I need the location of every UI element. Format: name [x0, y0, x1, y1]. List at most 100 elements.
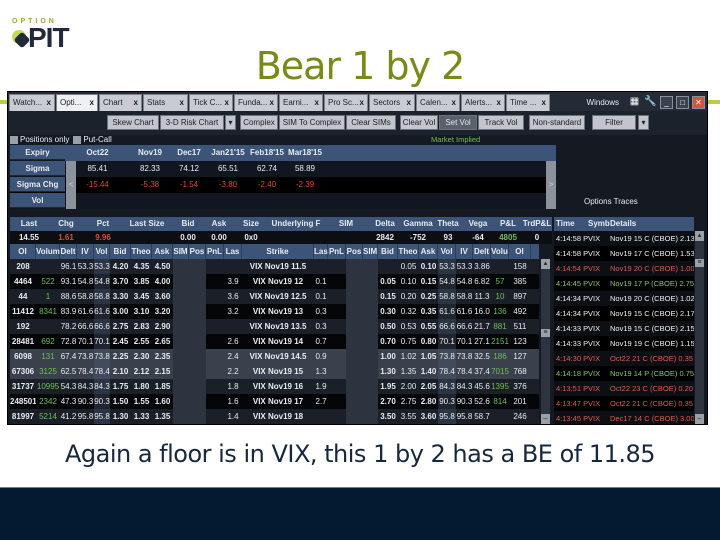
non-standard-button[interactable]: Non-standard	[529, 115, 585, 130]
close-icon[interactable]: x	[407, 95, 411, 111]
scroll-thumb[interactable]: ≡	[695, 259, 704, 267]
clear-vol-button[interactable]: Clear Vol	[400, 115, 438, 130]
col-sim[interactable]: SIM	[324, 217, 368, 231]
chain-row[interactable]: 192 78.2 66.6 66.6 2.75 2.83 2.90 VIX Nov19 13.…	[10, 319, 539, 334]
calculator-icon[interactable]: ▦	[628, 96, 641, 109]
trade-row[interactable]: 4:14:18 PVIX Nov19 14 P (CBOE) 0.75 1x	[554, 366, 694, 381]
chain-col-p-ask[interactable]: Ask	[419, 244, 438, 259]
col-pnl[interactable]: P&L	[494, 217, 522, 231]
expiry-scroll-right[interactable]: >	[546, 161, 556, 209]
trade-row[interactable]: 4:14:30 PVIX Oct22 21 C (CBOE) 0.35 500	[554, 351, 694, 366]
scroll-up-icon[interactable]: ▴	[695, 231, 704, 241]
expiry-jan21-15[interactable]: Jan21'15	[208, 145, 248, 161]
chain-col-p-theo[interactable]: Theo	[398, 244, 419, 259]
chain-scrollbar[interactable]: ▴ ≡ –	[541, 259, 550, 424]
scroll-up-icon[interactable]: ▴	[541, 259, 550, 269]
chain-col-c-pnl[interactable]: PnL	[206, 244, 224, 259]
sim-to-complex-button[interactable]: SIM To Complex	[279, 115, 345, 130]
risk-chart-dropdown[interactable]: ▾	[225, 115, 236, 130]
trade-row[interactable]: 4:14:45 PVIX Nov19 17 P (CBOE) 2.75 10x	[554, 276, 694, 291]
col-time[interactable]: Time	[556, 217, 586, 231]
chain-row[interactable]: 208 96.1 53.3 53.3 4.20 4.35 4.50 VIX Nov19 11.…	[10, 259, 539, 274]
col-underlying-f[interactable]: Underlying F	[268, 217, 324, 231]
chain-col-p-v[interactable]: Vol	[438, 244, 456, 259]
risk-chart-button[interactable]: 3-D Risk Chart	[160, 115, 224, 130]
col-last[interactable]: Last	[10, 217, 48, 231]
trade-row[interactable]: 4:13:47 PVIX Oct22 21 C (CBOE) 0.35 500	[554, 396, 694, 411]
tab-watch[interactable]: Watch... x	[9, 94, 55, 111]
chain-col-p-delt[interactable]: Delt	[473, 244, 491, 259]
filter-dropdown[interactable]: ▾	[638, 115, 649, 130]
chain-col-c-vol[interactable]: Volum	[36, 244, 60, 259]
col-trd-pnl[interactable]: TrdP&L	[522, 217, 552, 231]
close-icon[interactable]: x	[452, 95, 456, 111]
complex-button[interactable]: Complex	[240, 115, 278, 130]
chain-col-c-iv[interactable]: IV	[77, 244, 94, 259]
trade-row[interactable]: 4:14:34 PVIX Nov19 20 C (CBOE) 1.02 2x	[554, 291, 694, 306]
col-vega[interactable]: Vega	[462, 217, 494, 231]
positions-only-checkbox[interactable]: Positions only	[10, 135, 69, 144]
tab-stats[interactable]: Stats x	[143, 94, 188, 111]
expiry-oct22[interactable]: Oct22	[65, 145, 130, 161]
col-bid[interactable]: Bid	[172, 217, 204, 231]
tab-alerts[interactable]: Alerts... x	[461, 94, 505, 111]
col-symb[interactable]: Symb	[588, 217, 610, 231]
expiry-dec17[interactable]: Dec17	[170, 145, 208, 161]
expiry-scroll-left[interactable]: <	[66, 161, 76, 209]
col-delta[interactable]: Delta	[368, 217, 402, 231]
tab-time-sales[interactable]: Time ... x	[506, 94, 550, 111]
chain-col-strike[interactable]: Strike	[242, 244, 314, 259]
chain-col-c-theo[interactable]: Theo	[131, 244, 152, 259]
track-vol-button[interactable]: Track Vol	[478, 115, 524, 130]
col-chg[interactable]: Chg	[48, 217, 84, 231]
trade-row[interactable]: 4:14:58 PVIX Nov19 17 C (CBOE) 1.53 1x	[554, 246, 694, 261]
filter-button[interactable]: Filter	[592, 115, 636, 130]
chain-row[interactable]: 6098 131 67.4 73.8 73.8 2.25 2.30 2.35 2.4 VIX No…	[10, 349, 539, 364]
chain-row[interactable]: 67306 3125 62.5 78.4 78.4 2.10 2.12 2.15 2.2 VIX …	[10, 364, 539, 379]
tab-earnings[interactable]: Earni... x	[279, 94, 323, 111]
chain-col-c-v[interactable]: Vol	[94, 244, 110, 259]
scroll-down-icon[interactable]: –	[541, 414, 550, 424]
tab-sectors[interactable]: Sectors x	[369, 94, 415, 111]
minimize-button[interactable]: _	[660, 95, 673, 109]
trade-row[interactable]: 4:14:34 PVIX Nov19 15 C (CBOE) 2.17 2x	[554, 306, 694, 321]
chain-col-p-iv[interactable]: IV	[456, 244, 473, 259]
maximize-button[interactable]: □	[676, 95, 689, 109]
chain-col-p-bid[interactable]: Bid	[378, 244, 398, 259]
tab-fundamentals[interactable]: Funda... x	[234, 94, 278, 111]
trade-row[interactable]: 4:14:54 PVIX Nov19 20 C (CBOE) 1.00 75x	[554, 261, 694, 276]
trade-row[interactable]: 4:14:33 PVIX Nov19 19 C (CBOE) 1.15 2x	[554, 336, 694, 351]
close-icon[interactable]: x	[315, 95, 319, 111]
scroll-thumb[interactable]: ≡	[541, 329, 550, 337]
close-icon[interactable]: x	[497, 95, 501, 111]
clear-sims-button[interactable]: Clear SIMs	[346, 115, 396, 130]
chain-row[interactable]: 11412 8341 83.9 61.6 61.6 3.00 3.10 3.20 3.2 VIX …	[10, 304, 539, 319]
scroll-down-icon[interactable]: –	[695, 414, 704, 424]
set-vol-button[interactable]: Set Vol	[439, 115, 477, 130]
chain-col-c-sim[interactable]: SIM	[173, 244, 189, 259]
col-gamma[interactable]: Gamma	[402, 217, 434, 231]
chain-col-c-oi[interactable]: OI	[10, 244, 36, 259]
trade-row[interactable]: 4:13:51 P VIX Oct22 23 C (CBOE) 0.20 6x	[554, 381, 694, 396]
windows-menu[interactable]: Windows	[587, 98, 619, 107]
close-icon[interactable]: x	[134, 95, 138, 111]
chain-row[interactable]: 44 1 88.6 58.8 58.8 3.30 3.45 3.60 3.6 VIX Nov19 …	[10, 289, 539, 304]
col-size[interactable]: Size	[234, 217, 268, 231]
tab-calendar[interactable]: Calen... x	[416, 94, 460, 111]
col-ask[interactable]: Ask	[204, 217, 234, 231]
wrench-icon[interactable]: 🔧	[644, 96, 657, 109]
chain-col-p-vol[interactable]: Volu	[491, 244, 509, 259]
col-last-size[interactable]: Last Size	[122, 217, 172, 231]
chain-col-c-pos[interactable]: Pos	[189, 244, 206, 259]
chain-row[interactable]: 248501 2342 47.3 90.3 90.3 1.50 1.55 1.60 1.6 VIX…	[10, 394, 539, 409]
trade-row[interactable]: 4:14:33 PVIX Nov19 15 C (CBOE) 2.15 2x	[554, 321, 694, 336]
chain-row[interactable]: 31737 10995 54.3 84.3 84.3 1.75 1.80 1.85 1.8 VIX…	[10, 379, 539, 394]
trade-row[interactable]: 4:13:45 PVIX Dec17 14 C (CBOE) 3.00 5x	[554, 411, 694, 424]
close-icon[interactable]: x	[270, 95, 274, 111]
chain-col-c-ask[interactable]: Ask	[152, 244, 173, 259]
tab-chart[interactable]: Chart x	[99, 94, 142, 111]
chain-col-p-pos[interactable]: Pos	[346, 244, 363, 259]
chain-row[interactable]: 81997 5214 41.2 95.8 95.8 1.30 1.33 1.35 1.4 VIX …	[10, 409, 539, 424]
chain-col-p-pnl[interactable]: PnL	[328, 244, 346, 259]
close-icon[interactable]: x	[47, 95, 51, 111]
